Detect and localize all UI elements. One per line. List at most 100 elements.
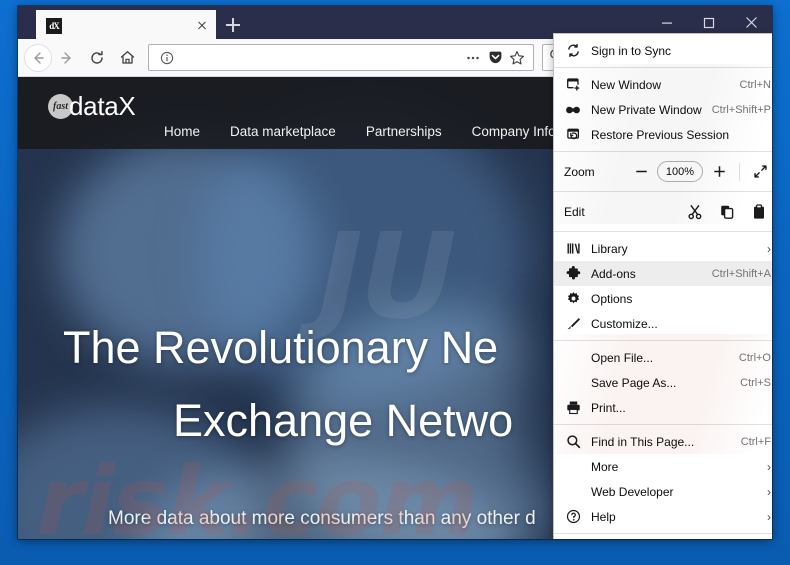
- bookmark-star-icon[interactable]: [506, 47, 528, 69]
- menu-item-label: Options: [591, 291, 633, 306]
- menu-item-exit[interactable]: Exit Ctrl+Shift+Q: [554, 538, 772, 539]
- menu-item-label: Save Page As...: [591, 375, 677, 390]
- menu-item-label: Help: [591, 509, 616, 524]
- menu-item-web-developer[interactable]: Web Developer ›: [554, 479, 772, 504]
- titlebar-left-padding: [18, 6, 36, 39]
- menu-item-accelerator: Ctrl+Shift+A: [711, 267, 771, 280]
- customize-brush-icon: [564, 315, 582, 333]
- close-icon[interactable]: [194, 18, 210, 34]
- desktop-background: dX fast dataX Home Data marketplace Part…: [0, 0, 790, 565]
- menu-item-restore-previous-session[interactable]: Restore Previous Session: [554, 122, 772, 147]
- addons-icon: [564, 265, 582, 283]
- menu-item-label: Customize...: [591, 316, 658, 331]
- menu-separator: [554, 340, 772, 341]
- menu-separator: [554, 231, 772, 232]
- menu-separator: [554, 533, 772, 534]
- forward-button[interactable]: [52, 44, 82, 72]
- menu-item-customize[interactable]: Customize...: [554, 311, 772, 336]
- browser-tab[interactable]: dX: [36, 10, 216, 39]
- find-search-icon: [564, 433, 582, 451]
- edit-controls: [650, 199, 772, 225]
- menu-item-help[interactable]: Help ›: [554, 504, 772, 529]
- menu-item-label: Restore Previous Session: [591, 127, 730, 142]
- private-window-icon: [564, 101, 582, 119]
- zoom-label: Zoom: [564, 164, 595, 179]
- cut-icon[interactable]: [680, 199, 710, 225]
- copy-icon[interactable]: [712, 199, 742, 225]
- browser-window: dX fast dataX Home Data marketplace Part…: [18, 6, 772, 539]
- new-tab-button[interactable]: [216, 10, 250, 39]
- tab-favicon: dX: [46, 17, 62, 34]
- menu-separator: [554, 191, 772, 192]
- nav-item-partnerships[interactable]: Partnerships: [366, 124, 442, 139]
- application-menu-panel: Sign in to Sync New Window Ctrl+N New Pr…: [553, 33, 772, 539]
- menu-item-new-window[interactable]: New Window Ctrl+N: [554, 72, 772, 97]
- menu-item-accelerator: Ctrl+O: [738, 351, 771, 364]
- menu-item-label: New Window: [591, 77, 662, 92]
- menu-separator: [554, 151, 772, 152]
- sync-icon: [564, 42, 582, 60]
- menu-item-accelerator: Ctrl+S: [740, 376, 771, 389]
- empty-icon-slot: [564, 483, 582, 501]
- menu-item-open-file[interactable]: Open File... Ctrl+O: [554, 345, 772, 370]
- options-gear-icon: [564, 290, 582, 308]
- menu-item-save-page-as[interactable]: Save Page As... Ctrl+S: [554, 370, 772, 395]
- hero-title-line-1: The Revolutionary Ne: [63, 322, 499, 373]
- chevron-right-icon: ›: [767, 459, 771, 474]
- menu-row-edit: Edit: [554, 196, 772, 227]
- home-button[interactable]: [112, 44, 142, 72]
- menu-item-accelerator: Ctrl+Shift+P: [711, 103, 771, 116]
- menu-item-find-in-page[interactable]: Find in This Page... Ctrl+F: [554, 429, 772, 454]
- site-logo[interactable]: fast dataX: [48, 91, 136, 122]
- menu-item-label: Find in This Page...: [591, 434, 695, 449]
- menu-item-label: Web Developer: [591, 484, 674, 499]
- menu-item-label: Add-ons: [591, 266, 636, 281]
- nav-item-data-marketplace[interactable]: Data marketplace: [230, 124, 336, 139]
- menu-item-label: More: [591, 459, 619, 474]
- menu-item-accelerator: Ctrl+N: [739, 78, 771, 91]
- menu-item-sign-in-to-sync[interactable]: Sign in to Sync: [554, 38, 772, 63]
- menu-divider: [739, 162, 740, 181]
- menu-item-library[interactable]: Library ›: [554, 236, 772, 261]
- plus-icon: [226, 17, 240, 32]
- menu-item-label: Sign in to Sync: [591, 43, 672, 58]
- fullscreen-button[interactable]: [746, 160, 772, 184]
- nav-item-company-info[interactable]: Company Info: [472, 124, 556, 139]
- menu-item-new-private-window[interactable]: New Private Window Ctrl+Shift+P: [554, 97, 772, 122]
- paste-icon[interactable]: [744, 199, 772, 225]
- page-info-icon[interactable]: [156, 47, 178, 69]
- empty-icon-slot: [564, 458, 582, 476]
- zoom-level-value[interactable]: 100%: [657, 161, 703, 182]
- menu-separator: [554, 67, 772, 68]
- edit-label: Edit: [564, 204, 585, 219]
- library-icon: [564, 240, 582, 258]
- menu-item-label: Open File...: [591, 350, 654, 365]
- menu-row-zoom: Zoom 100%: [554, 156, 772, 187]
- help-icon: [564, 508, 582, 526]
- nav-item-home[interactable]: Home: [164, 124, 200, 139]
- menu-item-label: New Private Window: [591, 102, 702, 117]
- menu-item-label: Library: [591, 241, 628, 256]
- menu-item-accelerator: Ctrl+F: [740, 435, 771, 448]
- back-button[interactable]: [24, 43, 52, 72]
- menu-separator: [554, 424, 772, 425]
- chevron-right-icon: ›: [767, 241, 771, 256]
- menu-item-print[interactable]: Print...: [554, 395, 772, 420]
- chevron-right-icon: ›: [767, 484, 771, 499]
- empty-icon-slot: [564, 374, 582, 392]
- site-navigation: Home Data marketplace Partnerships Compa…: [164, 124, 556, 139]
- reload-button[interactable]: [82, 44, 112, 72]
- empty-icon-slot: [564, 349, 582, 367]
- url-bar[interactable]: [148, 44, 534, 71]
- page-actions-icon[interactable]: [462, 47, 484, 69]
- menu-item-label: Print...: [591, 400, 626, 415]
- print-icon: [564, 399, 582, 417]
- chevron-right-icon: ›: [767, 509, 771, 524]
- logo-text: dataX: [69, 91, 136, 121]
- zoom-in-button[interactable]: [705, 160, 733, 184]
- menu-item-options[interactable]: Options: [554, 286, 772, 311]
- pocket-icon[interactable]: [484, 47, 506, 69]
- menu-item-add-ons[interactable]: Add-ons Ctrl+Shift+A: [554, 261, 772, 286]
- menu-item-more[interactable]: More ›: [554, 454, 772, 479]
- zoom-out-button[interactable]: [627, 160, 655, 184]
